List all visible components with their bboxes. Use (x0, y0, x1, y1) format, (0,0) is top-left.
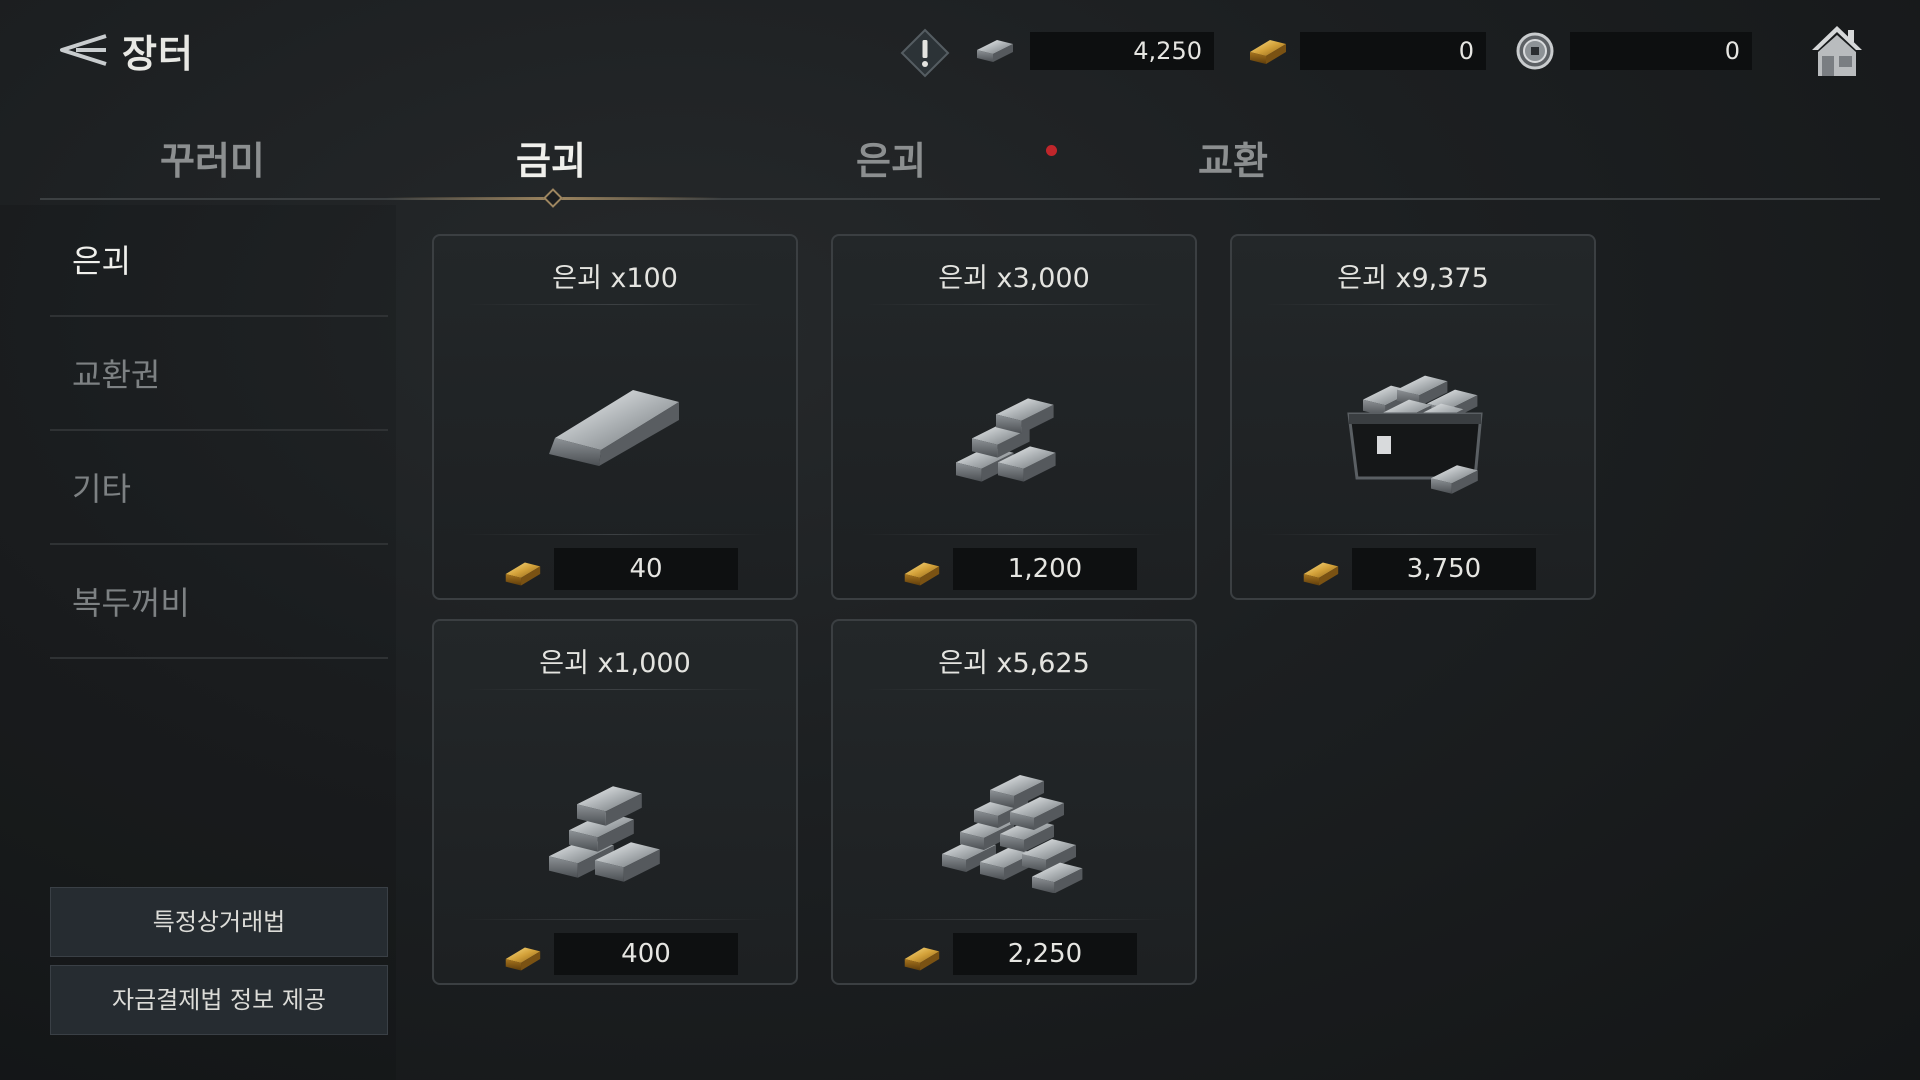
product-card[interactable]: 은괴 x1,000 400 (432, 619, 798, 985)
divider (464, 919, 766, 920)
divider (464, 304, 766, 305)
silver-amount: 4,250 (1030, 32, 1214, 70)
tabs-divider (40, 198, 1880, 200)
tab-package[interactable]: 꾸러미 (160, 130, 265, 185)
divider (863, 919, 1165, 920)
divider (863, 304, 1165, 305)
gold-ingot-icon (505, 562, 541, 586)
product-name: 은괴 x3,000 (938, 263, 1090, 294)
divider (1262, 304, 1564, 305)
divider (464, 534, 766, 535)
gold-amount: 0 (1300, 32, 1486, 70)
divider (863, 534, 1165, 535)
coin-amount: 0 (1570, 32, 1752, 70)
gold-ingot-icon (1250, 40, 1286, 64)
home-icon[interactable] (1808, 22, 1866, 80)
sidebar-item-silver-ingot[interactable]: 은괴 (50, 205, 388, 317)
gold-ingot-icon (1303, 562, 1339, 586)
product-price: 3,750 (1352, 548, 1536, 590)
product-price: 2,250 (953, 933, 1137, 975)
top-bar: 장터 4,250 0 0 (0, 0, 1920, 105)
tab-gold-ingot[interactable]: 금괴 (516, 130, 586, 185)
silver-ingot-icon (977, 40, 1013, 62)
sidebar-item-other[interactable]: 기타 (50, 433, 388, 545)
product-name: 은괴 x9,375 (1337, 263, 1489, 294)
gold-ingot-icon (505, 947, 541, 971)
gold-ingot-icon (904, 562, 940, 586)
category-tabs: 꾸러미 금괴 은괴 교환 (40, 130, 1880, 208)
tab-exchange[interactable]: 교환 (1198, 130, 1268, 185)
tab-silver-ingot[interactable]: 은괴 (856, 130, 926, 185)
silver-ingot-chest-icon (1347, 375, 1483, 494)
product-card[interactable]: 은괴 x100 40 (432, 234, 798, 600)
payment-law-info-button[interactable]: 자금결제법 정보 제공 (50, 965, 388, 1035)
product-card[interactable]: 은괴 x9,375 3,750 (1230, 234, 1596, 600)
coin-icon (1516, 32, 1554, 70)
page-title: 장터 (122, 31, 194, 76)
sidebar-item-voucher[interactable]: 교환권 (50, 319, 388, 431)
product-price: 40 (554, 548, 738, 590)
product-name: 은괴 x5,625 (938, 648, 1090, 679)
sidebar-item-lucky-toad[interactable]: 복두꺼비 (50, 547, 388, 659)
back-arrow-icon (60, 34, 107, 66)
product-name: 은괴 x1,000 (539, 648, 691, 679)
product-card[interactable]: 은괴 x5,625 2,250 (831, 619, 1197, 985)
product-card[interactable]: 은괴 x3,000 1,200 (831, 234, 1197, 600)
product-price: 1,200 (953, 548, 1137, 590)
divider (863, 689, 1165, 690)
sidebar: 은괴 교환권 기타 복두꺼비 특정상거래법 자금결제법 정보 제공 (0, 205, 396, 1080)
exclamation-icon[interactable] (900, 28, 950, 78)
product-price: 400 (554, 933, 738, 975)
silver-ingot-heap-icon (942, 775, 1083, 893)
notification-dot (1046, 145, 1057, 156)
active-tab-diamond (543, 188, 563, 208)
divider (464, 689, 766, 690)
divider (1262, 534, 1564, 535)
back-button[interactable]: 장터 (56, 22, 194, 78)
gold-ingot-icon (904, 947, 940, 971)
silver-ingot-single-icon (549, 390, 679, 466)
product-name: 은괴 x100 (552, 263, 678, 294)
silver-ingot-stack-icon (549, 786, 660, 882)
silver-ingot-pile-icon (956, 398, 1056, 482)
commercial-law-button[interactable]: 특정상거래법 (50, 887, 388, 957)
